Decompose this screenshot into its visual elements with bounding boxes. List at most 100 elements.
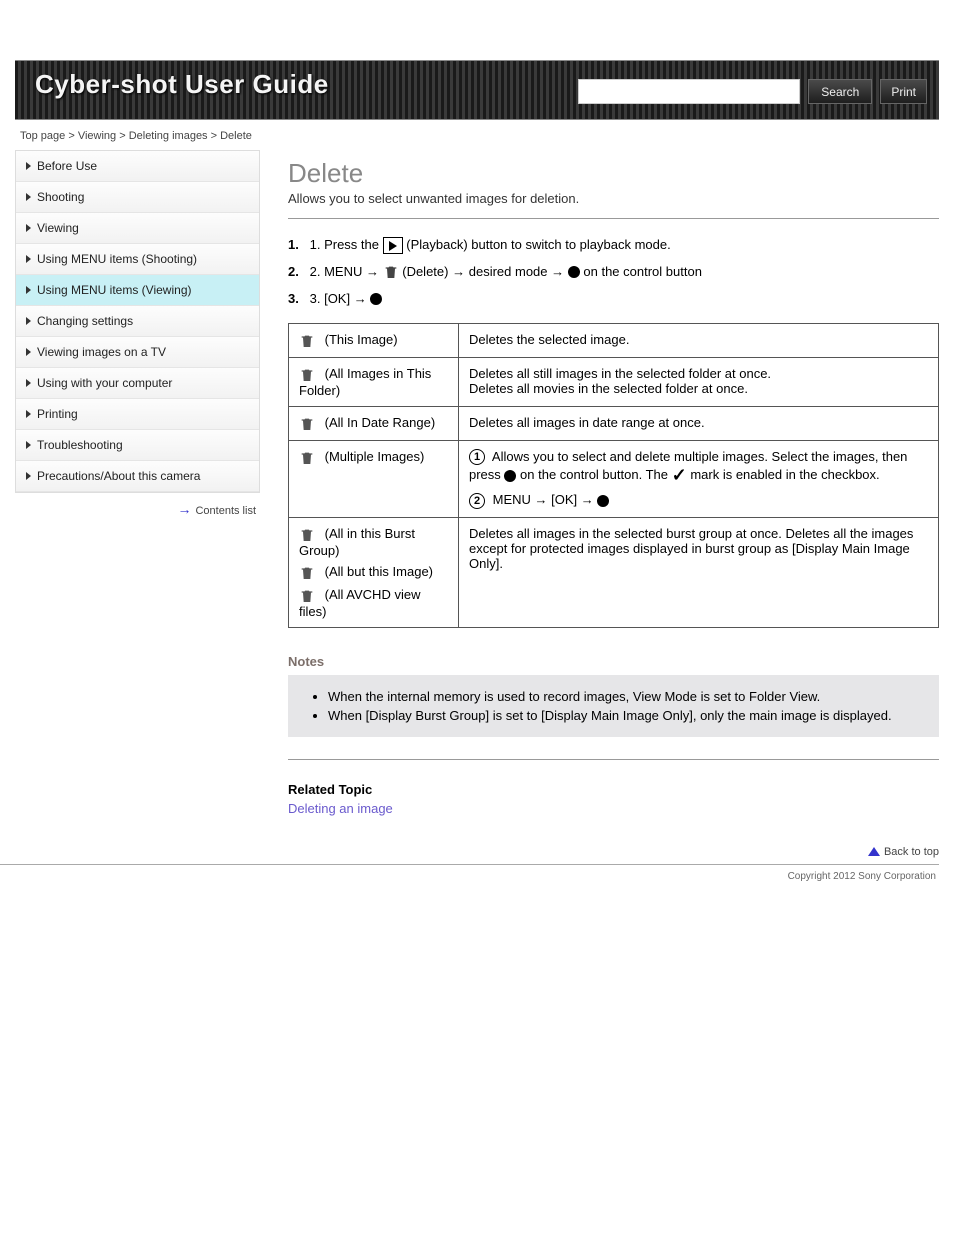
sidebar-item-before-use[interactable]: Before Use — [16, 151, 259, 182]
substep-text: [OK] — [551, 492, 577, 507]
print-button[interactable]: Print — [880, 79, 927, 104]
delete-all-date-icon — [299, 415, 317, 432]
table-row: (All in this Burst Group) (All but this … — [289, 518, 939, 628]
option-label: (All but this Image) — [325, 564, 433, 579]
substep-1: 1 Allows you to select and delete multip… — [469, 449, 928, 487]
nav-list: Before Use Shooting Viewing Using MENU i… — [15, 150, 260, 493]
step-1-text-a: 1. Press the — [310, 237, 379, 252]
sidebar-item-label: Using MENU items (Shooting) — [37, 252, 197, 266]
main-content: Delete Allows you to select unwanted ima… — [260, 146, 939, 816]
step-3: 3. 3. [OK] → — [288, 289, 939, 310]
delete-all-avchd-icon — [299, 587, 317, 604]
step-2-text-b: (Delete) — [402, 264, 448, 279]
page-title: Delete — [288, 158, 939, 189]
circled-2-icon: 2 — [469, 493, 485, 509]
delete-multiple-icon — [299, 449, 317, 466]
arrow-up-icon — [868, 847, 880, 856]
chevron-right-icon — [26, 255, 31, 263]
contents-list-label: Contents list — [195, 505, 256, 517]
table-row: (Multiple Images) 1 Allows you to select… — [289, 440, 939, 517]
search-button[interactable]: Search — [808, 79, 872, 104]
sidebar-item-label: Before Use — [37, 159, 97, 173]
delete-all-folder-icon — [299, 367, 317, 384]
step-2-text-d: on the control button — [583, 264, 702, 279]
sidebar-item-viewing[interactable]: Viewing — [16, 213, 259, 244]
chevron-right-icon — [26, 410, 31, 418]
option-label: (This Image) — [325, 332, 398, 347]
header-bar: Cyber-shot User Guide Search Print — [15, 60, 939, 120]
option-desc: Deletes the selected image. — [459, 324, 939, 358]
page-subtitle: Allows you to select unwanted images for… — [288, 191, 939, 206]
table-row: (All Images in This Folder) Deletes all … — [289, 358, 939, 407]
copyright: Copyright 2012 Sony Corporation — [0, 871, 936, 882]
dot-icon — [597, 495, 609, 507]
notes-heading: Notes — [288, 654, 939, 669]
notes-box: When the internal memory is used to reco… — [288, 675, 939, 737]
circled-1-icon: 1 — [469, 449, 485, 465]
breadcrumb-current: Delete — [220, 130, 252, 142]
breadcrumb-top[interactable]: Top page — [20, 130, 65, 142]
sidebar-item-menu-viewing[interactable]: Using MENU items (Viewing) — [16, 275, 259, 306]
divider — [288, 759, 939, 760]
option-desc: Deletes all images in the selected burst… — [459, 518, 939, 628]
substep-text: MENU — [493, 492, 531, 507]
related-topic-heading: Related Topic — [288, 782, 939, 797]
sidebar-item-label: Viewing images on a TV — [37, 345, 166, 359]
chevron-right-icon — [26, 286, 31, 294]
sidebar-item-precautions[interactable]: Precautions/About this camera — [16, 461, 259, 492]
dot-icon — [568, 266, 580, 278]
dot-icon — [504, 470, 516, 482]
check-icon: ✓ — [672, 465, 687, 486]
chevron-right-icon — [26, 379, 31, 387]
substep-text: on the control button. The — [520, 467, 668, 482]
note-item: When [Display Burst Group] is set to [Di… — [328, 708, 919, 723]
sidebar: Before Use Shooting Viewing Using MENU i… — [15, 150, 260, 816]
sidebar-item-computer[interactable]: Using with your computer — [16, 368, 259, 399]
step-3-text-a: 3. [OK] — [310, 291, 350, 306]
related-link[interactable]: Deleting an image — [288, 801, 393, 816]
chevron-right-icon — [26, 193, 31, 201]
sidebar-item-printing[interactable]: Printing — [16, 399, 259, 430]
sidebar-item-label: Using MENU items (Viewing) — [37, 283, 191, 297]
sidebar-item-label: Changing settings — [37, 314, 133, 328]
back-to-top[interactable]: Back to top — [0, 846, 939, 865]
sidebar-item-changing-settings[interactable]: Changing settings — [16, 306, 259, 337]
table-row: (All In Date Range) Deletes all images i… — [289, 407, 939, 441]
breadcrumb-viewing[interactable]: Viewing — [78, 130, 116, 142]
substep-2: 2 MENU → [OK] → — [469, 492, 928, 509]
sidebar-item-tv[interactable]: Viewing images on a TV — [16, 337, 259, 368]
back-to-top-label: Back to top — [884, 846, 939, 858]
sidebar-item-shooting[interactable]: Shooting — [16, 182, 259, 213]
step-2-text-a: 2. MENU — [310, 264, 363, 279]
note-item: When the internal memory is used to reco… — [328, 689, 919, 704]
option-desc: Deletes all images in date range at once… — [459, 407, 939, 441]
steps: 1. 1. Press the (Playback) button to swi… — [288, 235, 939, 309]
header-controls: Search Print — [578, 79, 927, 104]
trash-icon — [383, 264, 403, 279]
option-desc: Deletes all movies in the selected folde… — [469, 381, 928, 396]
sidebar-item-label: Precautions/About this camera — [37, 469, 200, 483]
search-input[interactable] — [578, 79, 800, 104]
breadcrumb-deleting[interactable]: Deleting images — [129, 130, 208, 142]
option-label: (Multiple Images) — [325, 449, 425, 464]
delete-all-but-this-icon — [299, 564, 317, 581]
option-label: (All AVCHD view files) — [299, 587, 420, 619]
step-1-text-b: (Playback) button to switch to playback … — [406, 237, 670, 252]
step-2-text-c: desired mode — [469, 264, 548, 279]
site-title: Cyber-shot User Guide — [35, 69, 329, 100]
chevron-right-icon — [26, 317, 31, 325]
delete-this-image-icon — [299, 333, 317, 350]
sidebar-item-menu-shooting[interactable]: Using MENU items (Shooting) — [16, 244, 259, 275]
contents-list-link[interactable]: → Contents list — [15, 493, 260, 517]
sidebar-item-troubleshooting[interactable]: Troubleshooting — [16, 430, 259, 461]
sidebar-item-label: Shooting — [37, 190, 84, 204]
sidebar-item-label: Viewing — [37, 221, 79, 235]
chevron-right-icon — [26, 224, 31, 232]
chevron-right-icon — [26, 441, 31, 449]
step-1: 1. 1. Press the (Playback) button to swi… — [288, 235, 939, 256]
arrow-right-icon: → — [177, 501, 191, 517]
step-2: 2. 2. MENU → (Delete) → desired mode → o… — [288, 262, 939, 283]
divider — [288, 218, 939, 219]
chevron-right-icon — [26, 162, 31, 170]
option-label: (All In Date Range) — [325, 415, 436, 430]
